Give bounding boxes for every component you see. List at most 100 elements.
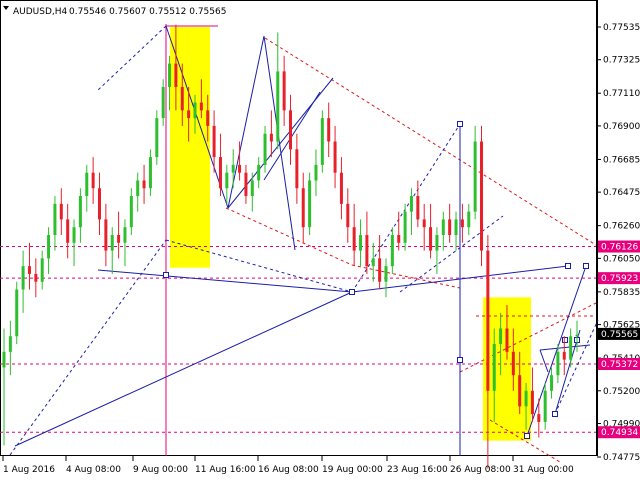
candle-body	[161, 86, 165, 119]
pattern-point-marker	[583, 263, 589, 269]
candle-body	[473, 141, 477, 212]
candle-body	[269, 133, 273, 142]
candle-body	[117, 234, 121, 243]
candle-body	[333, 141, 337, 173]
level-label-text: 0.76126	[601, 243, 638, 253]
candle-body	[21, 266, 25, 290]
candle-body	[47, 234, 51, 259]
candle-body	[378, 258, 382, 282]
last-price-text: 0.75565	[601, 330, 638, 340]
candle-body	[448, 219, 452, 235]
price-chart[interactable]: 0.77535 0.77325 0.77110 0.76900 0.76685 0.764…	[0, 0, 640, 480]
candle-body	[282, 71, 286, 111]
y-tick-label: 0.76475	[603, 188, 640, 198]
candle-body	[136, 180, 140, 197]
candle-body	[314, 164, 318, 181]
candle-body	[250, 180, 254, 197]
candle-body	[365, 234, 369, 267]
pattern-point-marker	[457, 121, 463, 127]
price-axis-line	[597, 0, 598, 456]
candle-body	[530, 390, 534, 415]
pattern-point-marker	[565, 263, 571, 269]
candle-body	[397, 234, 401, 243]
candle-body	[180, 86, 184, 111]
candle-body	[511, 351, 515, 376]
candle-body	[359, 234, 363, 251]
y-tick-label: 0.76260	[603, 222, 640, 232]
candle-body	[206, 110, 210, 126]
candle-body	[212, 125, 216, 158]
candle-body	[569, 336, 573, 360]
candle-body	[142, 180, 146, 189]
candle-body	[2, 351, 6, 368]
candle-body	[352, 227, 356, 251]
x-tick-label: 1 Aug 2016	[3, 465, 55, 475]
pattern-point-marker	[562, 337, 568, 343]
candle-body	[339, 172, 343, 204]
candle-body	[429, 227, 433, 251]
candle-body	[110, 234, 114, 251]
candle-body	[441, 219, 445, 235]
x-tick-label: 26 Aug 08:00	[450, 465, 511, 475]
candle-body	[276, 71, 280, 142]
x-tick-label: 23 Aug 16:00	[387, 465, 448, 475]
pattern-point-marker	[457, 357, 463, 363]
candle-body	[492, 344, 496, 391]
y-tick-label: 0.75835	[603, 288, 640, 298]
level-label-text: 0.74934	[601, 428, 638, 438]
x-tick-label: 31 Aug 00:00	[513, 465, 574, 475]
candle-body	[199, 102, 203, 111]
candle-body	[59, 203, 63, 220]
level-label-text: 0.75923	[601, 274, 638, 284]
candle-body	[537, 414, 541, 422]
candle-body	[8, 336, 12, 352]
candle-body	[467, 211, 471, 228]
y-tick-label: 0.77110	[603, 89, 640, 99]
pattern-point-marker	[163, 272, 169, 278]
candle-body	[499, 328, 503, 345]
candle-body	[66, 219, 70, 243]
candle-body	[263, 133, 267, 165]
candle-body	[390, 234, 394, 267]
candle-body	[327, 118, 331, 142]
candle-body	[231, 164, 235, 173]
pattern-point-marker	[552, 411, 558, 417]
x-tick-label: 16 Aug 08:00	[258, 465, 319, 475]
candle-body	[40, 258, 44, 282]
candle-body	[480, 141, 483, 251]
candle-body	[518, 375, 522, 407]
candle-body	[104, 219, 108, 251]
candle-body	[85, 172, 89, 197]
candle-body	[435, 234, 439, 251]
y-tick-label: 0.77535	[603, 23, 640, 33]
candle-body	[384, 266, 388, 282]
pattern-point-marker	[349, 289, 355, 295]
y-tick-label: 0.75200	[603, 387, 640, 397]
candle-body	[91, 172, 95, 189]
candle-body	[129, 196, 133, 228]
candle-body	[543, 390, 547, 422]
candle-body	[409, 196, 413, 212]
candle-body	[187, 110, 191, 119]
candle-body	[416, 196, 420, 220]
candle-body	[460, 219, 464, 228]
candle-body	[422, 219, 426, 228]
candle-body	[257, 164, 261, 181]
candle-body	[403, 211, 407, 243]
x-tick-label: 4 Aug 08:00	[66, 465, 121, 475]
candle-body	[15, 289, 19, 337]
candle-body	[486, 250, 490, 391]
pattern-point-marker	[524, 433, 530, 439]
candle-body	[174, 63, 178, 87]
candle-body	[34, 273, 38, 282]
y-tick-label: 0.74775	[603, 453, 640, 463]
y-tick-label: 0.76685	[603, 155, 640, 165]
candle-body	[562, 351, 566, 360]
chart-header: AUDUSD,H4 0.75546 0.75607 0.75512 0.7556…	[3, 6, 226, 17]
candle-body	[550, 375, 554, 391]
candle-body	[193, 102, 197, 119]
candle-body	[148, 157, 152, 189]
level-price-labels: 0.76126 0.75923 0.75372 0.74934 0.75565	[598, 240, 640, 439]
candle-body	[556, 351, 560, 376]
candle-body	[308, 180, 312, 228]
